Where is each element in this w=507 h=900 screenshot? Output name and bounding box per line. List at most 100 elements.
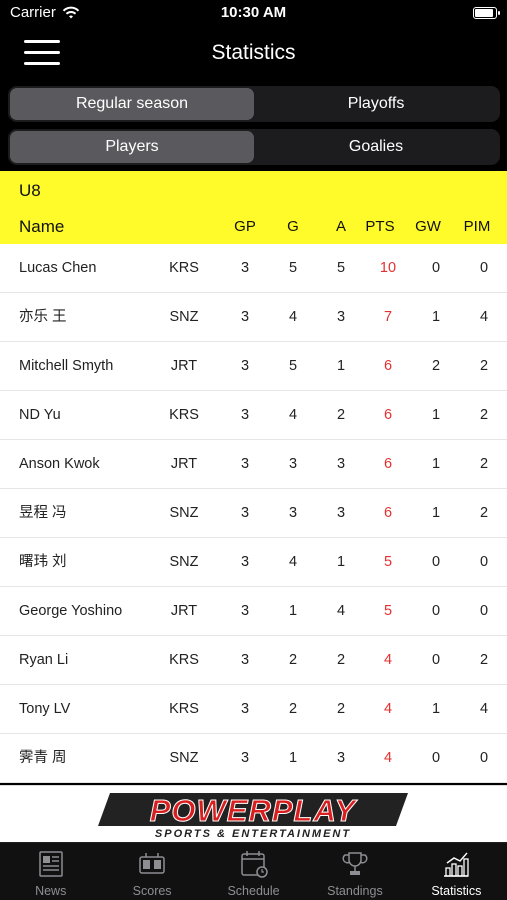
cell-gp: 3 [240, 701, 250, 717]
cell-gw: 1 [431, 456, 441, 472]
cell-a: 3 [336, 456, 346, 472]
segment-regular-season[interactable]: Regular season [10, 88, 254, 120]
division-label: U8 [19, 181, 41, 200]
segment-players[interactable]: Players [10, 131, 254, 163]
column-header-gp[interactable]: GP [232, 216, 258, 238]
svg-text:SPORTS & ENTERTAINMENT: SPORTS & ENTERTAINMENT [155, 828, 351, 840]
cell-pim: 0 [479, 750, 489, 766]
cell-pts: 6 [383, 358, 393, 374]
cell-a: 3 [336, 750, 346, 766]
cell-a: 3 [336, 309, 346, 325]
table-row[interactable]: Ryan Li KRS 3 2 2 4 0 2 [0, 636, 507, 685]
table-row[interactable]: George Yoshino JRT 3 1 4 5 0 0 [0, 587, 507, 636]
column-header-gw[interactable]: GW [414, 216, 442, 238]
tab-scores[interactable]: Scores [101, 843, 202, 900]
cell-pts: 5 [383, 603, 393, 619]
cell-name: Mitchell Smyth [19, 358, 114, 374]
cell-gw: 1 [431, 309, 441, 325]
cell-g: 3 [288, 505, 298, 521]
cell-g: 5 [288, 358, 298, 374]
tab-schedule[interactable]: Schedule [203, 843, 304, 900]
cell-pim: 4 [479, 701, 489, 717]
cell-pim: 2 [479, 407, 489, 423]
table-row[interactable]: 亦乐 王 SNZ 3 4 3 7 1 4 [0, 293, 507, 342]
season-segmented-control: Regular season Playoffs [8, 86, 500, 122]
chart-icon [444, 852, 469, 877]
cell-gw: 0 [431, 652, 441, 668]
cell-pts: 6 [383, 456, 393, 472]
calendar-icon [240, 851, 268, 878]
cell-gw: 1 [431, 701, 441, 717]
table-row[interactable]: Mitchell Smyth JRT 3 5 1 6 2 2 [0, 342, 507, 391]
cell-gw: 0 [431, 750, 441, 766]
cell-gp: 3 [240, 407, 250, 423]
tab-statistics[interactable]: Statistics [406, 843, 507, 900]
cell-g: 2 [288, 652, 298, 668]
cell-gw: 1 [431, 505, 441, 521]
tab-news[interactable]: News [0, 843, 101, 900]
cell-team: KRS [169, 701, 199, 717]
cell-pim: 2 [479, 358, 489, 374]
column-headers: Name GP G A PTS GW PIM [0, 216, 507, 238]
cell-team: KRS [169, 407, 199, 423]
cell-gp: 3 [240, 554, 250, 570]
segment-goalies[interactable]: Goalies [254, 131, 498, 163]
clock: 10:30 AM [220, 4, 287, 21]
cell-pts: 5 [383, 554, 393, 570]
table-row[interactable]: 霁青 周 SNZ 3 1 3 4 0 0 [0, 734, 507, 783]
cell-gp: 3 [240, 603, 250, 619]
cell-pts: 10 [379, 260, 397, 276]
column-header-pim[interactable]: PIM [460, 216, 494, 238]
svg-text:POWERPLAY: POWERPLAY [150, 793, 359, 828]
cell-g: 5 [288, 260, 298, 276]
cell-name: Tony LV [19, 701, 71, 717]
newspaper-icon [38, 851, 63, 877]
cell-gp: 3 [240, 260, 250, 276]
cell-gw: 1 [431, 407, 441, 423]
segment-playoffs[interactable]: Playoffs [254, 88, 498, 120]
battery-level [475, 9, 494, 17]
table-row[interactable]: Lucas Chen KRS 3 5 5 10 0 0 [0, 244, 507, 293]
tab-bar: News Scores Schedule Standings Statistic… [0, 842, 507, 900]
cell-pts: 4 [383, 652, 393, 668]
tab-label: Scores [132, 884, 172, 898]
cell-a: 1 [336, 358, 346, 374]
cell-pts: 6 [383, 505, 393, 521]
cell-team: KRS [169, 652, 199, 668]
cell-pts: 6 [383, 407, 393, 423]
cell-gp: 3 [240, 456, 250, 472]
cell-gw: 0 [431, 554, 441, 570]
tab-label: News [35, 884, 67, 898]
cell-name: 亦乐 王 [19, 309, 67, 325]
cell-team: KRS [169, 260, 199, 276]
table-row[interactable]: Anson Kwok JRT 3 3 3 6 1 2 [0, 440, 507, 489]
cell-gw: 0 [431, 260, 441, 276]
cell-pim: 2 [479, 456, 489, 472]
cell-g: 2 [288, 701, 298, 717]
tab-standings[interactable]: Standings [304, 843, 405, 900]
column-header-name[interactable]: Name [19, 216, 169, 238]
cell-pts: 4 [383, 701, 393, 717]
cell-pts: 7 [383, 309, 393, 325]
cell-g: 1 [288, 603, 298, 619]
cell-pim: 0 [479, 603, 489, 619]
cell-gp: 3 [240, 652, 250, 668]
navigation-bar: Statistics [0, 28, 507, 78]
cell-name: ND Yu [19, 407, 61, 423]
tab-label: Standings [327, 884, 383, 898]
cell-name: Lucas Chen [19, 260, 97, 276]
status-bar: Carrier 10:30 AM [0, 0, 507, 28]
tab-label: Schedule [227, 884, 280, 898]
cell-pim: 0 [479, 260, 489, 276]
cell-g: 1 [288, 750, 298, 766]
cell-team: JRT [170, 456, 198, 472]
column-header-a[interactable]: A [328, 216, 354, 238]
table-row[interactable]: 曙玮 刘 SNZ 3 4 1 5 0 0 [0, 538, 507, 587]
column-header-g[interactable]: G [280, 216, 306, 238]
column-header-pts[interactable]: PTS [364, 216, 396, 238]
table-row[interactable]: Tony LV KRS 3 2 2 4 1 4 [0, 685, 507, 734]
trophy-icon [342, 852, 368, 875]
table-row[interactable]: ND Yu KRS 3 4 2 6 1 2 [0, 391, 507, 440]
sponsor-banner[interactable]: POWERPLAY SPORTS & ENTERTAINMENT [0, 785, 507, 842]
table-row[interactable]: 昱程 冯 SNZ 3 3 3 6 1 2 [0, 489, 507, 538]
